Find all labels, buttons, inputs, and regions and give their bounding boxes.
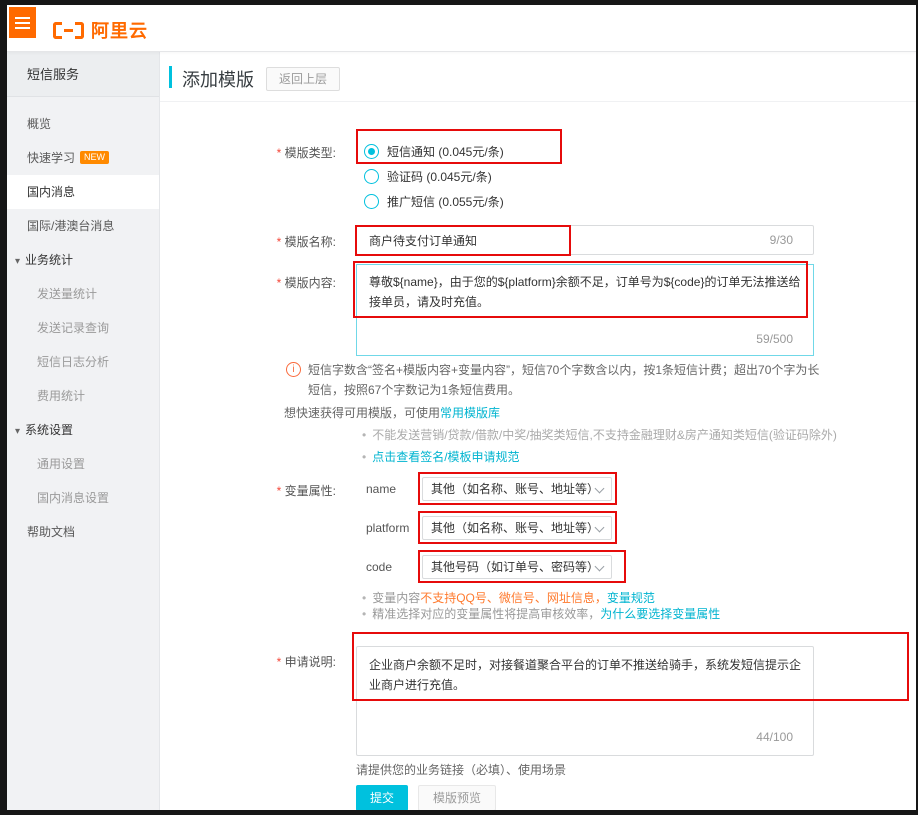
sidebar-item-send-volume-stats[interactable]: 发送量统计 — [7, 277, 159, 311]
content-rule-bullets: •不能发送营销/贷款/借款/中奖/抽奖类短信,不支持金融理财&房产通知类短信(验… — [362, 424, 837, 468]
why-variable-attr-link[interactable]: 为什么要选择变量属性 — [600, 607, 720, 621]
logo-bracket-right — [75, 22, 84, 39]
application-desc-textarea[interactable]: 企业商户余额不足时，对接餐道聚合平台的订单不推送给骑手，系统发短信提示企业商户进… — [356, 646, 814, 756]
sidebar: 短信服务 概览 快速学习NEW 国内消息 国际/港澳台消息 业务统计 发送量统计… — [7, 52, 160, 810]
caret-down-icon — [15, 253, 25, 267]
radio-icon[interactable] — [364, 194, 379, 209]
template-library-link[interactable]: 常用模版库 — [440, 406, 500, 420]
sidebar-title: 短信服务 — [7, 52, 159, 97]
sidebar-group-business-stats[interactable]: 业务统计 — [7, 243, 159, 277]
template-name-input[interactable]: 商户待支付订单通知 9/30 — [356, 225, 814, 255]
radio-promo-sms[interactable]: 推广短信 (0.055元/条) — [364, 189, 504, 214]
template-content-label: 模版内容: — [160, 274, 336, 291]
back-button[interactable]: 返回上层 — [266, 67, 340, 91]
template-content-textarea[interactable]: 尊敬${name}，由于您的${platform}余额不足，订单号为${code… — [356, 264, 814, 356]
radio-sms-notification[interactable]: 短信通知 (0.045元/条) — [364, 139, 504, 164]
sidebar-group-system-settings[interactable]: 系统设置 — [7, 413, 159, 447]
variable-attr-label: 变量属性: — [160, 482, 336, 499]
sidebar-item-quick-learn[interactable]: 快速学习NEW — [7, 141, 159, 175]
variable-rule-bullets: •变量内容不支持QQ号、微信号、网址信息，变量规范 •精准选择对应的变量属性将提… — [362, 590, 720, 622]
new-badge: NEW — [80, 151, 109, 164]
var-bullet-2: •精准选择对应的变量属性将提高审核效率，为什么要选择变量属性 — [362, 606, 720, 622]
info-icon: i — [286, 362, 301, 377]
page-title: 添加模版 — [182, 66, 254, 92]
sidebar-item-intl-messages[interactable]: 国际/港澳台消息 — [7, 209, 159, 243]
quick-template-tip: 想快速获得可用模版，可使用常用模版库 — [284, 404, 500, 421]
console-page: 阿里云 短信服务 概览 快速学习NEW 国内消息 国际/港澳台消息 业务统计 发… — [7, 5, 916, 810]
caret-down-icon — [15, 423, 25, 437]
name-char-counter: 9/30 — [770, 233, 793, 247]
page-header: 添加模版 返回上层 — [160, 52, 916, 102]
bullet-dot: • — [362, 428, 366, 442]
var-bullet-1: •变量内容不支持QQ号、微信号、网址信息，变量规范 — [362, 590, 720, 606]
application-char-counter: 44/100 — [756, 727, 793, 747]
logo-text: 阿里云 — [91, 17, 148, 43]
template-preview-button[interactable]: 模版预览 — [418, 785, 496, 810]
sidebar-item-domestic-messages[interactable]: 国内消息 — [7, 175, 159, 209]
template-type-label: 模版类型: — [160, 144, 336, 161]
submit-button[interactable]: 提交 — [356, 785, 408, 810]
template-name-label: 模版名称: — [160, 233, 336, 250]
radio-selected-icon[interactable] — [364, 144, 379, 159]
application-desc-label: 申请说明: — [160, 653, 336, 670]
var-platform-dropdown[interactable]: 其他（如名称、账号、地址等） — [422, 516, 612, 540]
sidebar-item-cost-stats[interactable]: 费用统计 — [7, 379, 159, 413]
var-name-label: name — [366, 482, 396, 496]
rule-bullet-1: •不能发送营销/贷款/借款/中奖/抽奖类短信,不支持金融理财&房产通知类短信(验… — [362, 424, 837, 446]
rule-bullet-2: • 点击查看签名/模板申请规范 — [362, 446, 837, 468]
var-code-dropdown[interactable]: 其他号码（如订单号、密码等） — [422, 555, 612, 579]
content-char-counter: 59/500 — [756, 329, 793, 349]
spec-link[interactable]: 点击查看签名/模板申请规范 — [372, 450, 519, 464]
sidebar-item-send-record-query[interactable]: 发送记录查询 — [7, 311, 159, 345]
sidebar-item-help-docs[interactable]: 帮助文档 — [7, 515, 159, 549]
radio-verification-code[interactable]: 验证码 (0.045元/条) — [364, 164, 504, 189]
sidebar-item-overview[interactable]: 概览 — [7, 107, 159, 141]
var-code-label: code — [366, 560, 392, 574]
top-bar: 阿里云 — [7, 5, 916, 52]
logo-dash — [64, 29, 73, 32]
radio-icon[interactable] — [364, 169, 379, 184]
bullet-dot: • — [362, 450, 366, 464]
bullet-dot: • — [362, 607, 366, 621]
var-name-dropdown[interactable]: 其他（如名称、账号、地址等） — [422, 477, 612, 501]
sidebar-item-sms-log-analysis[interactable]: 短信日志分析 — [7, 345, 159, 379]
sidebar-item-domestic-message-settings[interactable]: 国内消息设置 — [7, 481, 159, 515]
template-type-radio-group: 短信通知 (0.045元/条) 验证码 (0.045元/条) 推广短信 (0.0… — [364, 139, 504, 214]
sms-count-note: i 短信字数含“签名+模版内容+变量内容”，短信70个字数含以内，按1条短信计费… — [286, 360, 831, 400]
sidebar-item-general-settings[interactable]: 通用设置 — [7, 447, 159, 481]
logo-bracket-left — [53, 22, 62, 39]
variable-spec-link[interactable]: 变量规范 — [607, 591, 655, 605]
main-content: 添加模版 返回上层 模版类型: 短信通知 (0.045元/条) 验证码 (0.0… — [160, 52, 916, 810]
business-link-hint: 请提供您的业务链接（必填）、使用场景 — [356, 761, 566, 778]
bullet-dot: • — [362, 591, 366, 605]
title-accent-bar — [169, 66, 172, 88]
hamburger-menu-icon[interactable] — [9, 7, 36, 38]
var-platform-label: platform — [366, 521, 409, 535]
aliyun-logo[interactable]: 阿里云 — [53, 17, 148, 43]
